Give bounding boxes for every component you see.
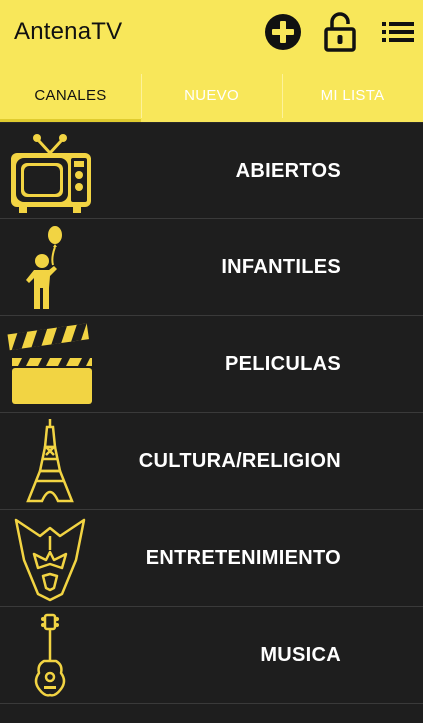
category-label: PELICULAS [224,352,341,375]
child-balloon-icon [4,223,96,311]
tv-icon [4,127,96,215]
unlock-icon [324,12,356,52]
tab-bar: CANALES NUEVO MI LISTA [0,68,423,122]
category-label: ABIERTOS [235,159,341,182]
add-circle-icon [265,14,301,50]
list-menu-icon [382,22,414,42]
category-item-musica[interactable]: MUSICA [0,607,423,704]
category-item-entretenimiento[interactable]: ENTRETENIMIENTO [0,510,423,607]
category-label: ENTRETENIMIENTO [145,546,341,569]
decepticon-icon [4,514,96,602]
tab-nuevo[interactable]: NUEVO [141,68,282,122]
guitar-icon [4,611,96,699]
unlock-button[interactable] [320,12,360,52]
category-list: ABIERTOS INFANTILES PELICULAS CULTURA/RE… [0,122,423,704]
app-bar: AntenaTV CANALES NUEVO MI LISTA [0,0,423,122]
category-label: MUSICA [260,643,341,666]
category-label: INFANTILES [221,255,341,278]
app-title: AntenaTV [14,18,123,45]
add-button[interactable] [262,12,304,52]
list-menu-button[interactable] [380,12,416,52]
eiffel-tower-icon [4,417,96,505]
category-item-infantiles[interactable]: INFANTILES [0,219,423,316]
category-item-abiertos[interactable]: ABIERTOS [0,122,423,219]
clapperboard-icon [4,320,96,408]
category-label: CULTURA/RELIGION [138,449,341,472]
category-item-cultura-religion[interactable]: CULTURA/RELIGION [0,413,423,510]
tab-canales[interactable]: CANALES [0,68,141,122]
category-item-peliculas[interactable]: PELICULAS [0,316,423,413]
tab-mi-lista[interactable]: MI LISTA [282,68,423,122]
